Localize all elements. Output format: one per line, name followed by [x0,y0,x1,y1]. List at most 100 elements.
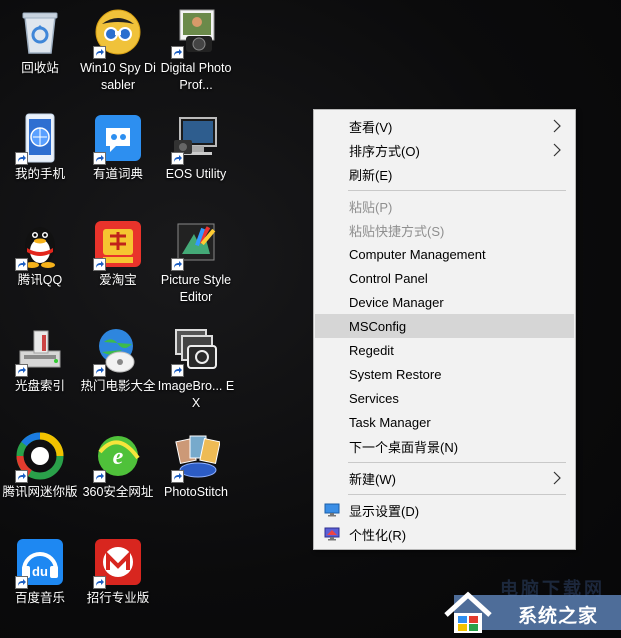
menu-item-paste-shortcut: 粘贴快捷方式(S) [315,218,574,242]
icon-label: PhotoStitch [164,485,228,499]
desktop-icon-recycle-bin[interactable]: 回收站 [0,3,80,103]
shortcut-arrow-icon [93,576,106,589]
desktop-icon-disc-index[interactable]: 光盘索引 [0,321,80,421]
desktop-icon-digital-photo-prof[interactable]: Digital Photo Prof... [156,3,236,103]
menu-item-control-panel[interactable]: Control Panel [315,266,574,290]
icon-label: 百度音乐 [14,591,65,605]
menu-item-label: Computer Management [349,246,486,262]
shortcut-arrow-icon [15,152,28,165]
personalize-icon [324,527,340,541]
icon-label: 回收站 [21,61,59,75]
icon-label: EOS Utility [165,167,227,181]
menu-item-refresh[interactable]: 刷新(E) [315,162,574,186]
desktop-icon-picture-style-editor[interactable]: Picture Style Editor [156,215,236,315]
menu-item-label: Control Panel [349,270,428,286]
desktop-icon-eos-utility[interactable]: EOS Utility [156,109,236,209]
menu-item-label: Regedit [349,342,394,358]
menu-item-label: 查看(V) [349,119,393,135]
desktop-icon-baidu-music[interactable]: du 百度音乐 [0,533,80,633]
desktop[interactable]: 回收站 我的手机 腾讯QQ 光盘索引 腾讯网迷你版 du 百度音乐 Win10 … [0,0,621,638]
desktop-icon-360-browser[interactable]: e 360安全网址 [78,427,158,527]
display-settings-icon [324,503,340,517]
menu-item-system-restore[interactable]: System Restore [315,362,574,386]
menu-item-label: 新建(W) [349,471,396,487]
icon-label: Win10 Spy Disabler [80,61,156,92]
icon-label: 腾讯网迷你版 [2,485,78,499]
menu-item-label: Device Manager [349,294,444,310]
desktop-icon-imagebrowser-ex[interactable]: ImageBro... EX [156,321,236,421]
desktop-icon-qq[interactable]: 腾讯QQ [0,215,80,315]
menu-item-label: 下一个桌面背景(N) [349,439,459,455]
desktop-icon-my-phone[interactable]: 我的手机 [0,109,80,209]
icon-label: Picture Style Editor [160,273,232,304]
desktop-icon-cmb-bank[interactable]: 招行专业版 [78,533,158,633]
menu-item-personalize[interactable]: 个性化(R) [315,522,574,546]
shortcut-arrow-icon [171,46,184,59]
menu-item-regedit[interactable]: Regedit [315,338,574,362]
shortcut-arrow-icon [171,152,184,165]
menu-item-label: System Restore [349,366,442,382]
icon-label: 爱淘宝 [99,273,137,287]
shortcut-arrow-icon [93,258,106,271]
menu-item-task-manager[interactable]: Task Manager [315,410,574,434]
qq-penguin-icon [15,219,65,271]
shortcut-arrow-icon [93,46,106,59]
shortcut-arrow-icon [171,470,184,483]
house-logo-icon [444,591,492,633]
menu-item-view[interactable]: 查看(V) [315,114,574,138]
site-watermark: 电脑下载网 系统之家 [440,575,621,638]
menu-item-computer-management[interactable]: Computer Management [315,242,574,266]
menu-item-label: Services [349,390,399,406]
desktop-icon-win10-spy-disabler[interactable]: Win10 Spy Disabler [78,3,158,103]
desktop-icon-tencent-mini[interactable]: 腾讯网迷你版 [0,427,80,527]
desktop-icon-youdao-dict[interactable]: 有道词典 [78,109,158,209]
icon-label: 热门电影大全 [80,379,156,393]
desktop-icon-photostitch[interactable]: PhotoStitch [156,427,236,527]
chevron-right-icon [553,143,561,157]
phone-icon [15,113,65,165]
menu-separator [348,190,566,191]
baidu-music-icon: du [15,537,65,589]
menu-item-label: 粘贴(P) [349,199,393,215]
taobao-icon [93,219,143,271]
picture-style-icon [171,219,221,271]
imagebrowser-icon [171,325,221,377]
computer-camera-icon [171,113,221,165]
shortcut-arrow-icon [93,470,106,483]
shortcut-arrow-icon [171,258,184,271]
shortcut-arrow-icon [93,152,106,165]
menu-item-msconfig[interactable]: MSConfig [315,314,574,338]
disc-index-icon [15,325,65,377]
tencent-mini-icon [15,431,65,483]
watermark-text: 系统之家 [518,606,599,627]
desktop-icon-hot-movies[interactable]: 热门电影大全 [78,321,158,421]
menu-item-next-background[interactable]: 下一个桌面背景(N) [315,434,574,458]
menu-item-label: 个性化(R) [349,527,407,543]
menu-item-label: Task Manager [349,414,431,430]
menu-item-services[interactable]: Services [315,386,574,410]
menu-item-new[interactable]: 新建(W) [315,466,574,490]
shortcut-arrow-icon [15,470,28,483]
shortcut-arrow-icon [15,258,28,271]
menu-separator [348,494,566,495]
recycle-bin-icon [15,7,65,57]
menu-item-label: 排序方式(O) [349,143,420,159]
movie-globe-icon [93,325,143,377]
chevron-right-icon [553,119,561,133]
desktop-context-menu: 查看(V) 排序方式(O) 刷新(E) 粘贴(P) 粘贴快捷方式(S) Comp… [313,109,576,550]
menu-item-paste: 粘贴(P) [315,194,574,218]
shortcut-arrow-icon [93,364,106,377]
menu-item-device-manager[interactable]: Device Manager [315,290,574,314]
icon-label: 腾讯QQ [17,273,63,287]
shortcut-arrow-icon [15,364,28,377]
menu-item-sort-by[interactable]: 排序方式(O) [315,138,574,162]
menu-item-display-settings[interactable]: 显示设置(D) [315,498,574,522]
shortcut-arrow-icon [15,576,28,589]
icon-label: Digital Photo Prof... [160,61,232,92]
svg-text:du: du [32,564,48,579]
camera-photo-icon [171,7,221,59]
360-browser-icon: e [93,431,143,483]
desktop-icon-taobao[interactable]: 爱淘宝 [78,215,158,315]
chevron-right-icon [553,471,561,485]
icon-label: 光盘索引 [14,379,65,393]
